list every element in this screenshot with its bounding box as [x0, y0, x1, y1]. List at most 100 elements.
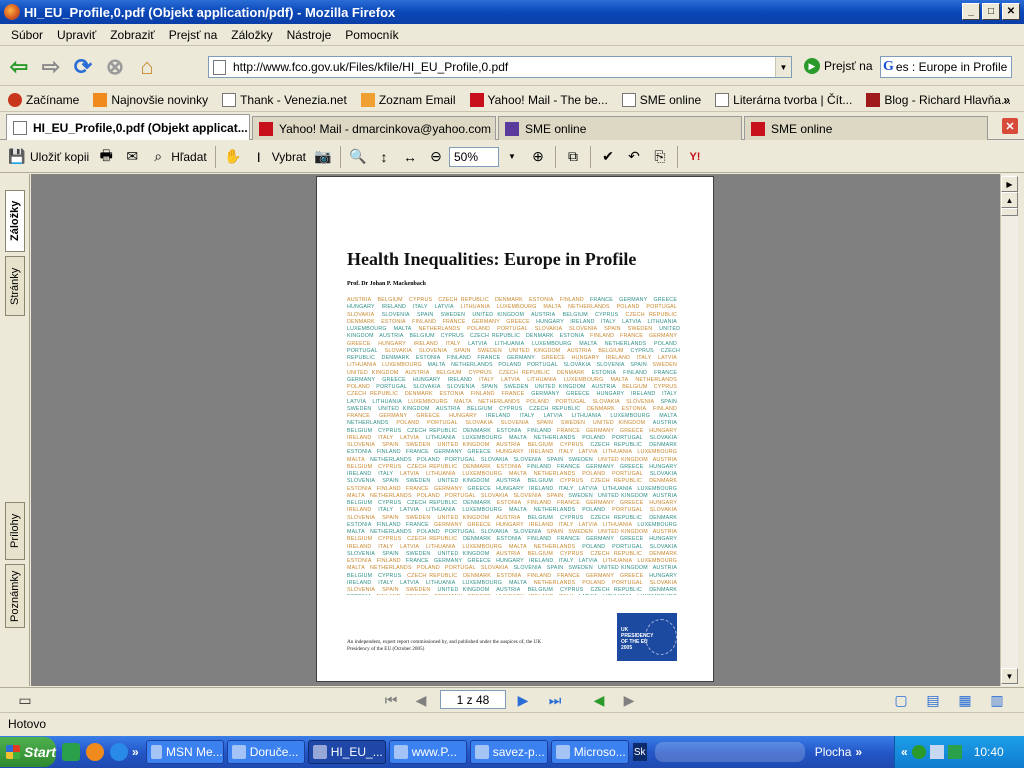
bookmark-item[interactable]: Thank - Venezia.net — [222, 92, 347, 107]
back-arrow-icon[interactable]: ⇦ — [6, 54, 32, 80]
firefox-quicklaunch-icon[interactable] — [86, 743, 104, 761]
pdf-viewer[interactable]: Health Inequalities: Europe in Profile P… — [31, 174, 1000, 686]
side-tab-comments[interactable]: Poznámky — [5, 564, 25, 628]
tray-icon[interactable] — [947, 745, 962, 759]
taskbar-item[interactable]: savez-p... — [469, 740, 548, 764]
close-tab-icon[interactable]: ✕ — [1002, 118, 1018, 134]
zoom-out-button[interactable]: ⊖ — [423, 144, 449, 170]
undo-button[interactable]: ↶ — [621, 144, 647, 170]
url-dropdown-icon[interactable]: ▼ — [775, 57, 791, 77]
fit-page-button[interactable]: ↕ — [371, 144, 397, 170]
quicklaunch-icon[interactable] — [62, 743, 80, 761]
forward-arrow-icon[interactable]: ⇨ — [38, 54, 64, 80]
scroll-right-arrow-icon[interactable]: ▶ — [1001, 176, 1018, 192]
fit-width-button[interactable]: ↔ — [397, 144, 423, 170]
continuous-page-icon[interactable]: ▤ — [922, 691, 944, 709]
minimize-button[interactable]: _ — [962, 3, 980, 20]
windows-taskbar: Start » MSN Me... Doruče... HI_EU_... ww… — [0, 736, 1024, 768]
status-text: Hotovo — [8, 716, 47, 731]
close-button[interactable]: ✕ — [1002, 3, 1020, 20]
tab-pdf[interactable]: HI_EU_Profile,0.pdf (Objekt applicat... — [6, 114, 250, 140]
hand-tool-button[interactable]: ✋ — [220, 144, 246, 170]
first-page-button[interactable]: ⏮ — [380, 691, 402, 709]
zoom-input[interactable]: 50% — [448, 146, 499, 167]
binoculars-icon: ⌕ — [154, 148, 163, 164]
window-title-bar[interactable]: HI_EU_Profile,0.pdf (Objekt application/… — [0, 0, 1024, 24]
next-view-button[interactable]: ▶ — [618, 691, 640, 709]
google-icon: G — [883, 59, 894, 74]
tray-icon[interactable] — [929, 745, 944, 759]
zoom-dropdown[interactable]: ▼ — [499, 144, 525, 170]
pdf-page-navigation: ▭ ⏮ ◀ 1 z 48 ▶ ⏭ ◀ ▶ ▢ ▤ ▦ ▥ — [0, 687, 1024, 711]
menu-view[interactable]: Zobraziť — [103, 28, 162, 42]
bookmark-item[interactable]: Začíname — [8, 92, 79, 107]
single-page-icon[interactable]: ▢ — [890, 691, 912, 709]
panel-toggle-icon[interactable]: ▭ — [14, 691, 36, 709]
start-button[interactable]: Start — [0, 737, 56, 767]
tab-sme-online-2[interactable]: SME online — [744, 116, 988, 140]
copy-button[interactable]: ⎘ — [647, 144, 673, 170]
home-icon[interactable]: ⌂ — [134, 54, 160, 80]
scroll-down-arrow-icon[interactable]: ▼ — [1001, 668, 1018, 684]
bookmark-item[interactable]: Zoznam Email — [360, 92, 456, 107]
scroll-up-arrow-icon[interactable]: ▲ — [1001, 192, 1018, 208]
bookmark-item[interactable]: Yahoo! Mail - The be... — [469, 92, 608, 107]
camera-icon: 📷 — [314, 148, 332, 164]
menu-go[interactable]: Prejsť na — [162, 28, 225, 42]
previous-page-button[interactable]: ◀ — [410, 691, 432, 709]
rotate-button[interactable]: ⧉ — [560, 144, 586, 170]
menu-bookmarks[interactable]: Záložky — [224, 28, 279, 42]
continuous-facing-icon[interactable]: ▥ — [986, 691, 1008, 709]
reload-icon[interactable]: ⟳ — [70, 54, 96, 80]
search-input[interactable]: G es : Europe in Profile — [880, 56, 1012, 78]
print-button[interactable]: 🖶 — [93, 144, 119, 170]
taskbar-item[interactable]: Microso... — [550, 740, 629, 764]
select-tool-button[interactable]: I Vybrat — [246, 144, 310, 170]
bookmark-item[interactable]: Najnovšie novinky — [93, 92, 208, 107]
sk-language-icon[interactable]: Sk — [632, 743, 647, 761]
scroll-thumb[interactable] — [1001, 208, 1018, 216]
document-author: Prof. Dr Johan P. Mackenbach — [347, 281, 426, 287]
side-tab-attachments[interactable]: Prílohy — [5, 502, 25, 560]
desktop-toolbar[interactable]: Plocha — [815, 745, 852, 759]
bookmark-item[interactable]: Literárna tvorba | Čít... — [715, 92, 852, 107]
go-arrow-icon: ▶ — [804, 58, 820, 74]
snapshot-button[interactable]: 📷 — [310, 144, 336, 170]
zoom-in-button[interactable]: ⊕ — [525, 144, 551, 170]
browser-quicklaunch-icon[interactable] — [110, 743, 128, 761]
tab-yahoo-mail[interactable]: Yahoo! Mail - dmarcinkova@yahoo.com — [252, 116, 496, 140]
go-button[interactable]: ▶ Prejsť na — [804, 58, 873, 74]
tab-sme-online[interactable]: SME online — [498, 116, 742, 140]
side-tab-pages[interactable]: Stránky — [5, 256, 25, 316]
media-player-bar[interactable] — [654, 742, 805, 762]
bookmarks-overflow-icon[interactable]: » — [1003, 93, 1010, 107]
previous-view-button[interactable]: ◀ — [588, 691, 610, 709]
find-button[interactable]: ⌕ Hľadat — [145, 144, 211, 170]
tray-icon[interactable] — [911, 745, 926, 759]
side-tab-bookmarks[interactable]: Záložky — [5, 190, 25, 252]
menu-tools[interactable]: Nástroje — [280, 28, 339, 42]
taskbar-item[interactable]: Doruče... — [226, 740, 305, 764]
next-page-button[interactable]: ▶ — [512, 691, 534, 709]
taskbar-item[interactable]: MSN Me... — [145, 740, 224, 764]
url-bar[interactable]: http://www.fco.gov.uk/Files/kfile/HI_EU_… — [208, 56, 792, 78]
menu-help[interactable]: Pomocník — [338, 28, 405, 42]
menu-file[interactable]: Súbor — [4, 28, 50, 42]
menu-edit[interactable]: Upraviť — [50, 28, 103, 42]
maximize-button[interactable]: □ — [982, 3, 1000, 20]
taskbar-item-active[interactable]: HI_EU_... — [307, 740, 386, 764]
bookmark-item[interactable]: SME online — [621, 92, 701, 107]
stop-icon[interactable]: ⊗ — [102, 54, 128, 80]
bookmark-item[interactable]: Blog - Richard Hlavňa... — [866, 92, 1011, 107]
uk-presidency-logo: UK PRESIDENCY OF THE EU 2005 — [617, 613, 677, 661]
yahoo-toolbar-button[interactable]: Y! — [682, 144, 708, 170]
facing-pages-icon[interactable]: ▦ — [954, 691, 976, 709]
zoom-tool-button[interactable]: 🔍 — [345, 144, 371, 170]
email-button[interactable]: ✉ — [119, 144, 145, 170]
page-number-input[interactable]: 1 z 48 — [440, 690, 506, 709]
last-page-button[interactable]: ⏭ — [544, 691, 566, 709]
save-copy-button[interactable]: 💾 Uložiť kopii — [4, 144, 93, 170]
taskbar-item[interactable]: www.P... — [388, 740, 467, 764]
spellcheck-button[interactable]: ✔ — [595, 144, 621, 170]
vertical-scrollbar[interactable]: ▶ ▲ ▼ — [1000, 174, 1018, 686]
